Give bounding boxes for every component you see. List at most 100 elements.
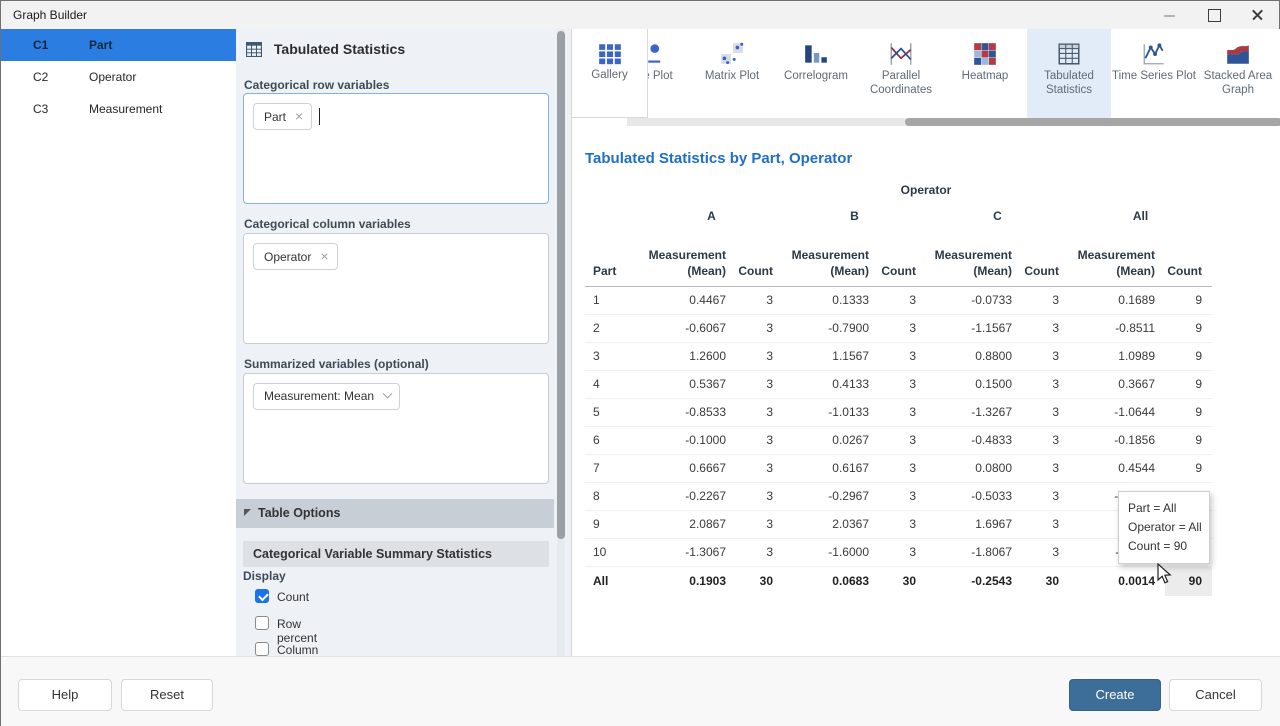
stat-cell[interactable]: 30	[879, 566, 926, 596]
stat-cell[interactable]: 1.2600	[640, 342, 736, 370]
stat-cell[interactable]: 3	[879, 426, 926, 454]
stat-cell[interactable]: 2.0367	[783, 510, 879, 538]
stat-cell[interactable]: 0.5367	[640, 370, 736, 398]
sidebar-item-operator[interactable]: C2 Operator	[1, 61, 236, 93]
stat-cell[interactable]: 3	[1022, 454, 1069, 482]
stat-cell[interactable]: 3	[736, 286, 783, 314]
stat-cell[interactable]: 30	[1022, 566, 1069, 596]
part-cell[interactable]: 2	[585, 314, 640, 342]
scrollbar-thumb[interactable]	[557, 31, 565, 539]
stat-cell[interactable]: 9	[1165, 286, 1212, 314]
stat-cell[interactable]: 3	[879, 510, 926, 538]
maximize-icon[interactable]	[1191, 1, 1235, 29]
stat-cell[interactable]: 3	[879, 370, 926, 398]
part-cell[interactable]: 7	[585, 454, 640, 482]
part-cell[interactable]: 5	[585, 398, 640, 426]
stat-cell[interactable]: -1.0644	[1069, 398, 1165, 426]
gallery-tile-tabulated-statistics[interactable]: Tabulated Statistics	[1027, 29, 1111, 118]
stat-cell[interactable]: -1.3067	[640, 538, 736, 566]
table-row[interactable]: All0.1903300.068330-0.2543300.001490	[585, 566, 1212, 596]
part-cell[interactable]: 3	[585, 342, 640, 370]
table-row[interactable]: 10.446730.13333-0.073330.16899	[585, 286, 1212, 314]
part-cell[interactable]: 8	[585, 482, 640, 510]
stat-cell[interactable]: -1.1567	[926, 314, 1022, 342]
stat-cell[interactable]: 3	[1022, 482, 1069, 510]
stat-cell[interactable]: 3	[1022, 538, 1069, 566]
stat-cell[interactable]: -1.0133	[783, 398, 879, 426]
stat-cell[interactable]: -0.6067	[640, 314, 736, 342]
stat-cell[interactable]: 0.1689	[1069, 286, 1165, 314]
table-row[interactable]: 70.666730.616730.080030.45449	[585, 454, 1212, 482]
gallery-tile-parallel-coordinates[interactable]: Parallel Coordinates	[859, 29, 943, 118]
stat-cell[interactable]: 0.0800	[926, 454, 1022, 482]
stat-cell[interactable]: 9	[1165, 398, 1212, 426]
stat-cell[interactable]: 0.1500	[926, 370, 1022, 398]
gallery-tile-stacked-area-graph[interactable]: Stacked Area Graph	[1196, 29, 1280, 118]
stat-cell[interactable]: 3	[879, 538, 926, 566]
stat-cell[interactable]: -0.8511	[1069, 314, 1165, 342]
horizontal-scrollbar[interactable]	[627, 118, 1280, 126]
stat-cell[interactable]: -0.2967	[783, 482, 879, 510]
stat-cell[interactable]: 2.0867	[640, 510, 736, 538]
stat-cell[interactable]: 3	[736, 538, 783, 566]
stat-cell[interactable]: 1.6967	[926, 510, 1022, 538]
help-button[interactable]: Help	[18, 679, 112, 711]
chevron-down-icon[interactable]	[383, 389, 393, 399]
part-cell[interactable]: All	[585, 566, 640, 596]
variable-chip-operator[interactable]: Operator×	[253, 243, 338, 270]
stat-cell[interactable]: 3	[1022, 426, 1069, 454]
part-cell[interactable]: 10	[585, 538, 640, 566]
remove-chip-icon[interactable]: ×	[295, 108, 303, 124]
checkbox-icon[interactable]	[255, 642, 269, 656]
stat-cell[interactable]: 0.4133	[783, 370, 879, 398]
checkbox-icon[interactable]	[255, 589, 269, 603]
stat-cell[interactable]: 9	[1165, 342, 1212, 370]
stat-cell[interactable]: 3	[1022, 286, 1069, 314]
table-row[interactable]: 31.260031.156730.880031.09899	[585, 342, 1212, 370]
gallery-tile-heatmap[interactable]: Heatmap	[943, 29, 1027, 118]
variable-chip-part[interactable]: Part×	[253, 103, 312, 130]
close-icon[interactable]	[1235, 1, 1279, 29]
column-variables-input[interactable]: Operator×	[243, 233, 549, 344]
sidebar-item-part[interactable]: C1 Part	[1, 29, 236, 61]
stat-cell[interactable]: 9	[1165, 314, 1212, 342]
stat-cell[interactable]: -0.5033	[926, 482, 1022, 510]
stat-cell[interactable]: 3	[736, 426, 783, 454]
table-row[interactable]: 2-0.60673-0.79003-1.15673-0.85119	[585, 314, 1212, 342]
stat-cell[interactable]: 1.0989	[1069, 342, 1165, 370]
stat-cell[interactable]: -0.2267	[640, 482, 736, 510]
stat-cell[interactable]: 0.8800	[926, 342, 1022, 370]
cancel-button[interactable]: Cancel	[1169, 679, 1262, 711]
table-row[interactable]: 6-0.100030.02673-0.48333-0.18569	[585, 426, 1212, 454]
gallery-tile-matrix-plot[interactable]: Matrix Plot	[690, 29, 774, 118]
reset-button[interactable]: Reset	[121, 679, 213, 711]
stat-cell[interactable]: 0.6167	[783, 454, 879, 482]
stat-cell[interactable]: 3	[736, 314, 783, 342]
stat-cell[interactable]: 0.1333	[783, 286, 879, 314]
stat-cell[interactable]: 1.1567	[783, 342, 879, 370]
checkbox-icon[interactable]	[255, 616, 269, 630]
stat-cell[interactable]: -0.0733	[926, 286, 1022, 314]
stat-cell[interactable]: -0.1000	[640, 426, 736, 454]
table-row[interactable]: 5-0.85333-1.01333-1.32673-1.06449	[585, 398, 1212, 426]
stat-cell[interactable]: -0.1856	[1069, 426, 1165, 454]
create-button[interactable]: Create	[1069, 679, 1161, 711]
scrollbar-thumb[interactable]	[905, 118, 1280, 126]
part-cell[interactable]: 6	[585, 426, 640, 454]
stat-cell[interactable]: 3	[879, 482, 926, 510]
stat-cell[interactable]: 9	[1165, 426, 1212, 454]
stat-cell[interactable]: 0.0267	[783, 426, 879, 454]
stat-cell[interactable]: 3	[1022, 314, 1069, 342]
part-cell[interactable]: 4	[585, 370, 640, 398]
stat-cell[interactable]: 3	[879, 454, 926, 482]
stat-cell[interactable]: -0.2543	[926, 566, 1022, 596]
stat-cell[interactable]: 9	[1165, 370, 1212, 398]
part-cell[interactable]: 1	[585, 286, 640, 314]
stat-cell[interactable]: -0.7900	[783, 314, 879, 342]
gallery-tile-correlogram[interactable]: Correlogram	[774, 29, 858, 118]
stat-cell[interactable]: 0.3667	[1069, 370, 1165, 398]
stat-cell[interactable]: 3	[879, 286, 926, 314]
table-options-header[interactable]: Table Options	[236, 499, 554, 528]
stat-cell[interactable]: 3	[879, 342, 926, 370]
stat-cell[interactable]: -1.8067	[926, 538, 1022, 566]
